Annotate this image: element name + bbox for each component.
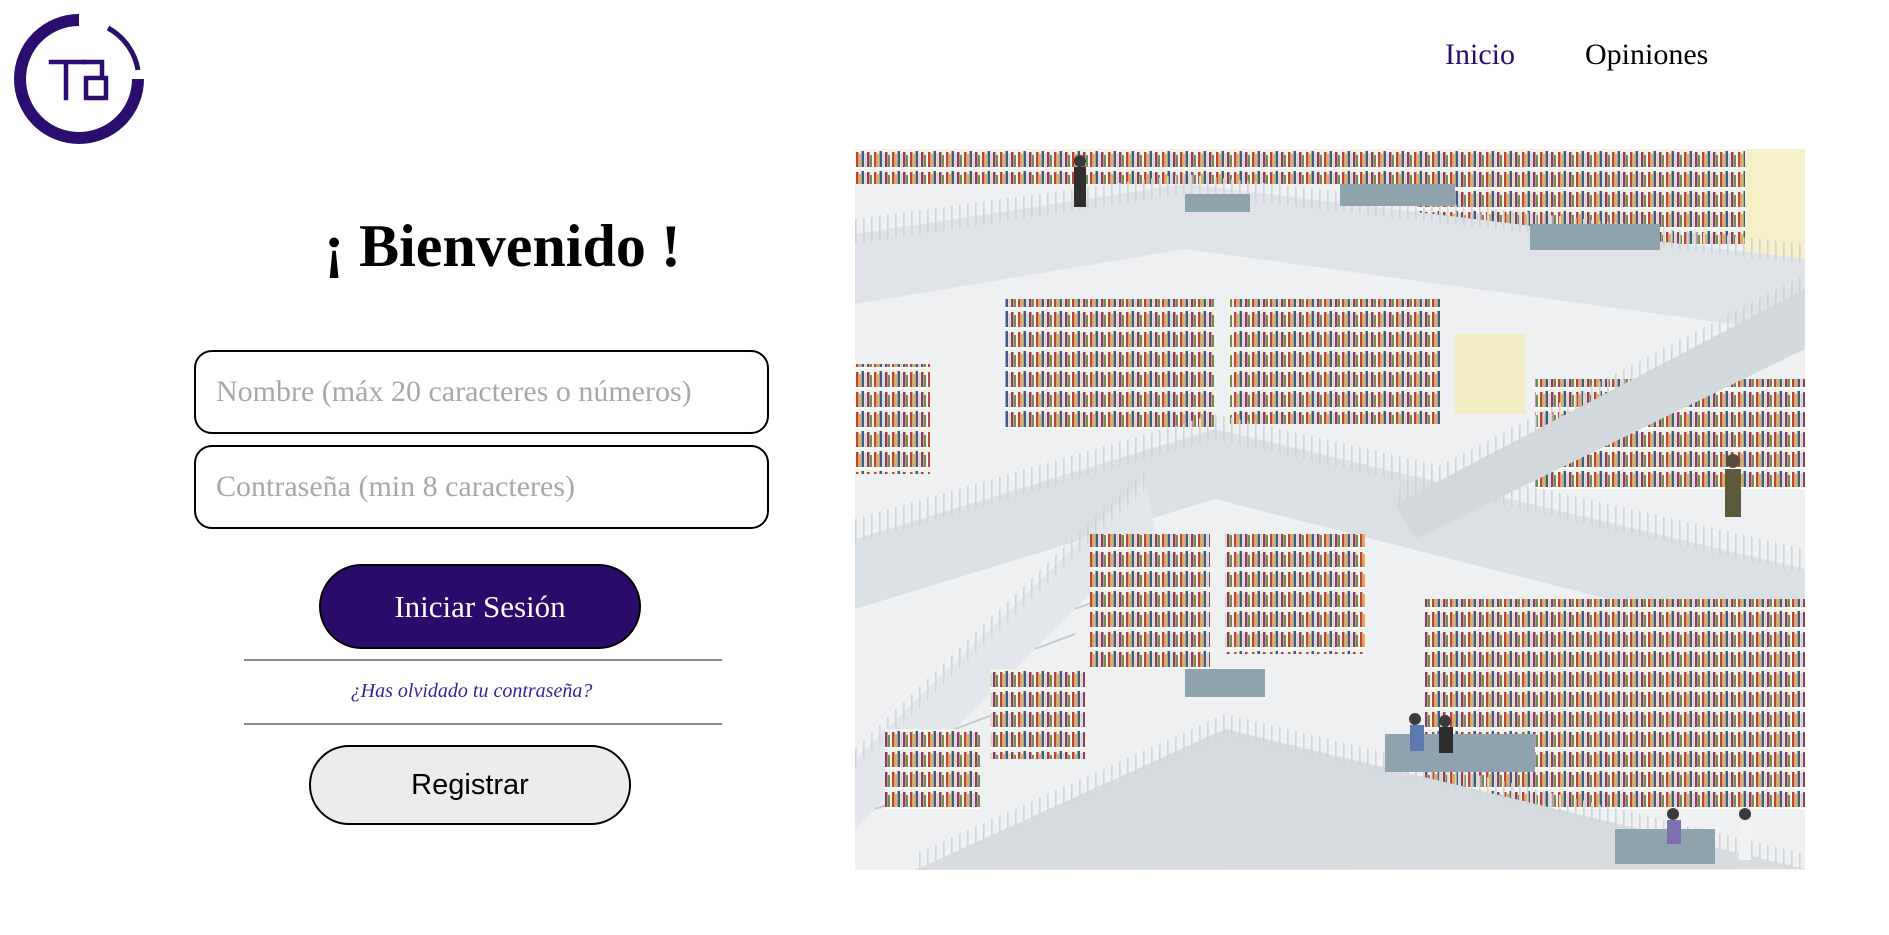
logo-icon: TB xyxy=(14,14,144,144)
nav-link-inicio[interactable]: Inicio xyxy=(1445,38,1515,72)
library-interior-image xyxy=(855,149,1805,870)
register-button[interactable]: Registrar xyxy=(309,745,631,825)
divider-bottom xyxy=(244,723,722,725)
nav-link-opiniones[interactable]: Opiniones xyxy=(1585,38,1708,72)
login-button[interactable]: Iniciar Sesión xyxy=(319,564,641,649)
library-illustration xyxy=(855,149,1805,870)
page-title: ¡ Bienvenido ! xyxy=(324,213,681,279)
logo[interactable]: TB xyxy=(14,14,144,144)
forgot-password-link[interactable]: ¿Has olvidado tu contraseña? xyxy=(244,680,699,703)
password-input[interactable] xyxy=(194,445,769,529)
main-nav: Inicio Opiniones xyxy=(1445,38,1708,72)
name-input[interactable] xyxy=(194,350,769,434)
divider-top xyxy=(244,659,722,661)
